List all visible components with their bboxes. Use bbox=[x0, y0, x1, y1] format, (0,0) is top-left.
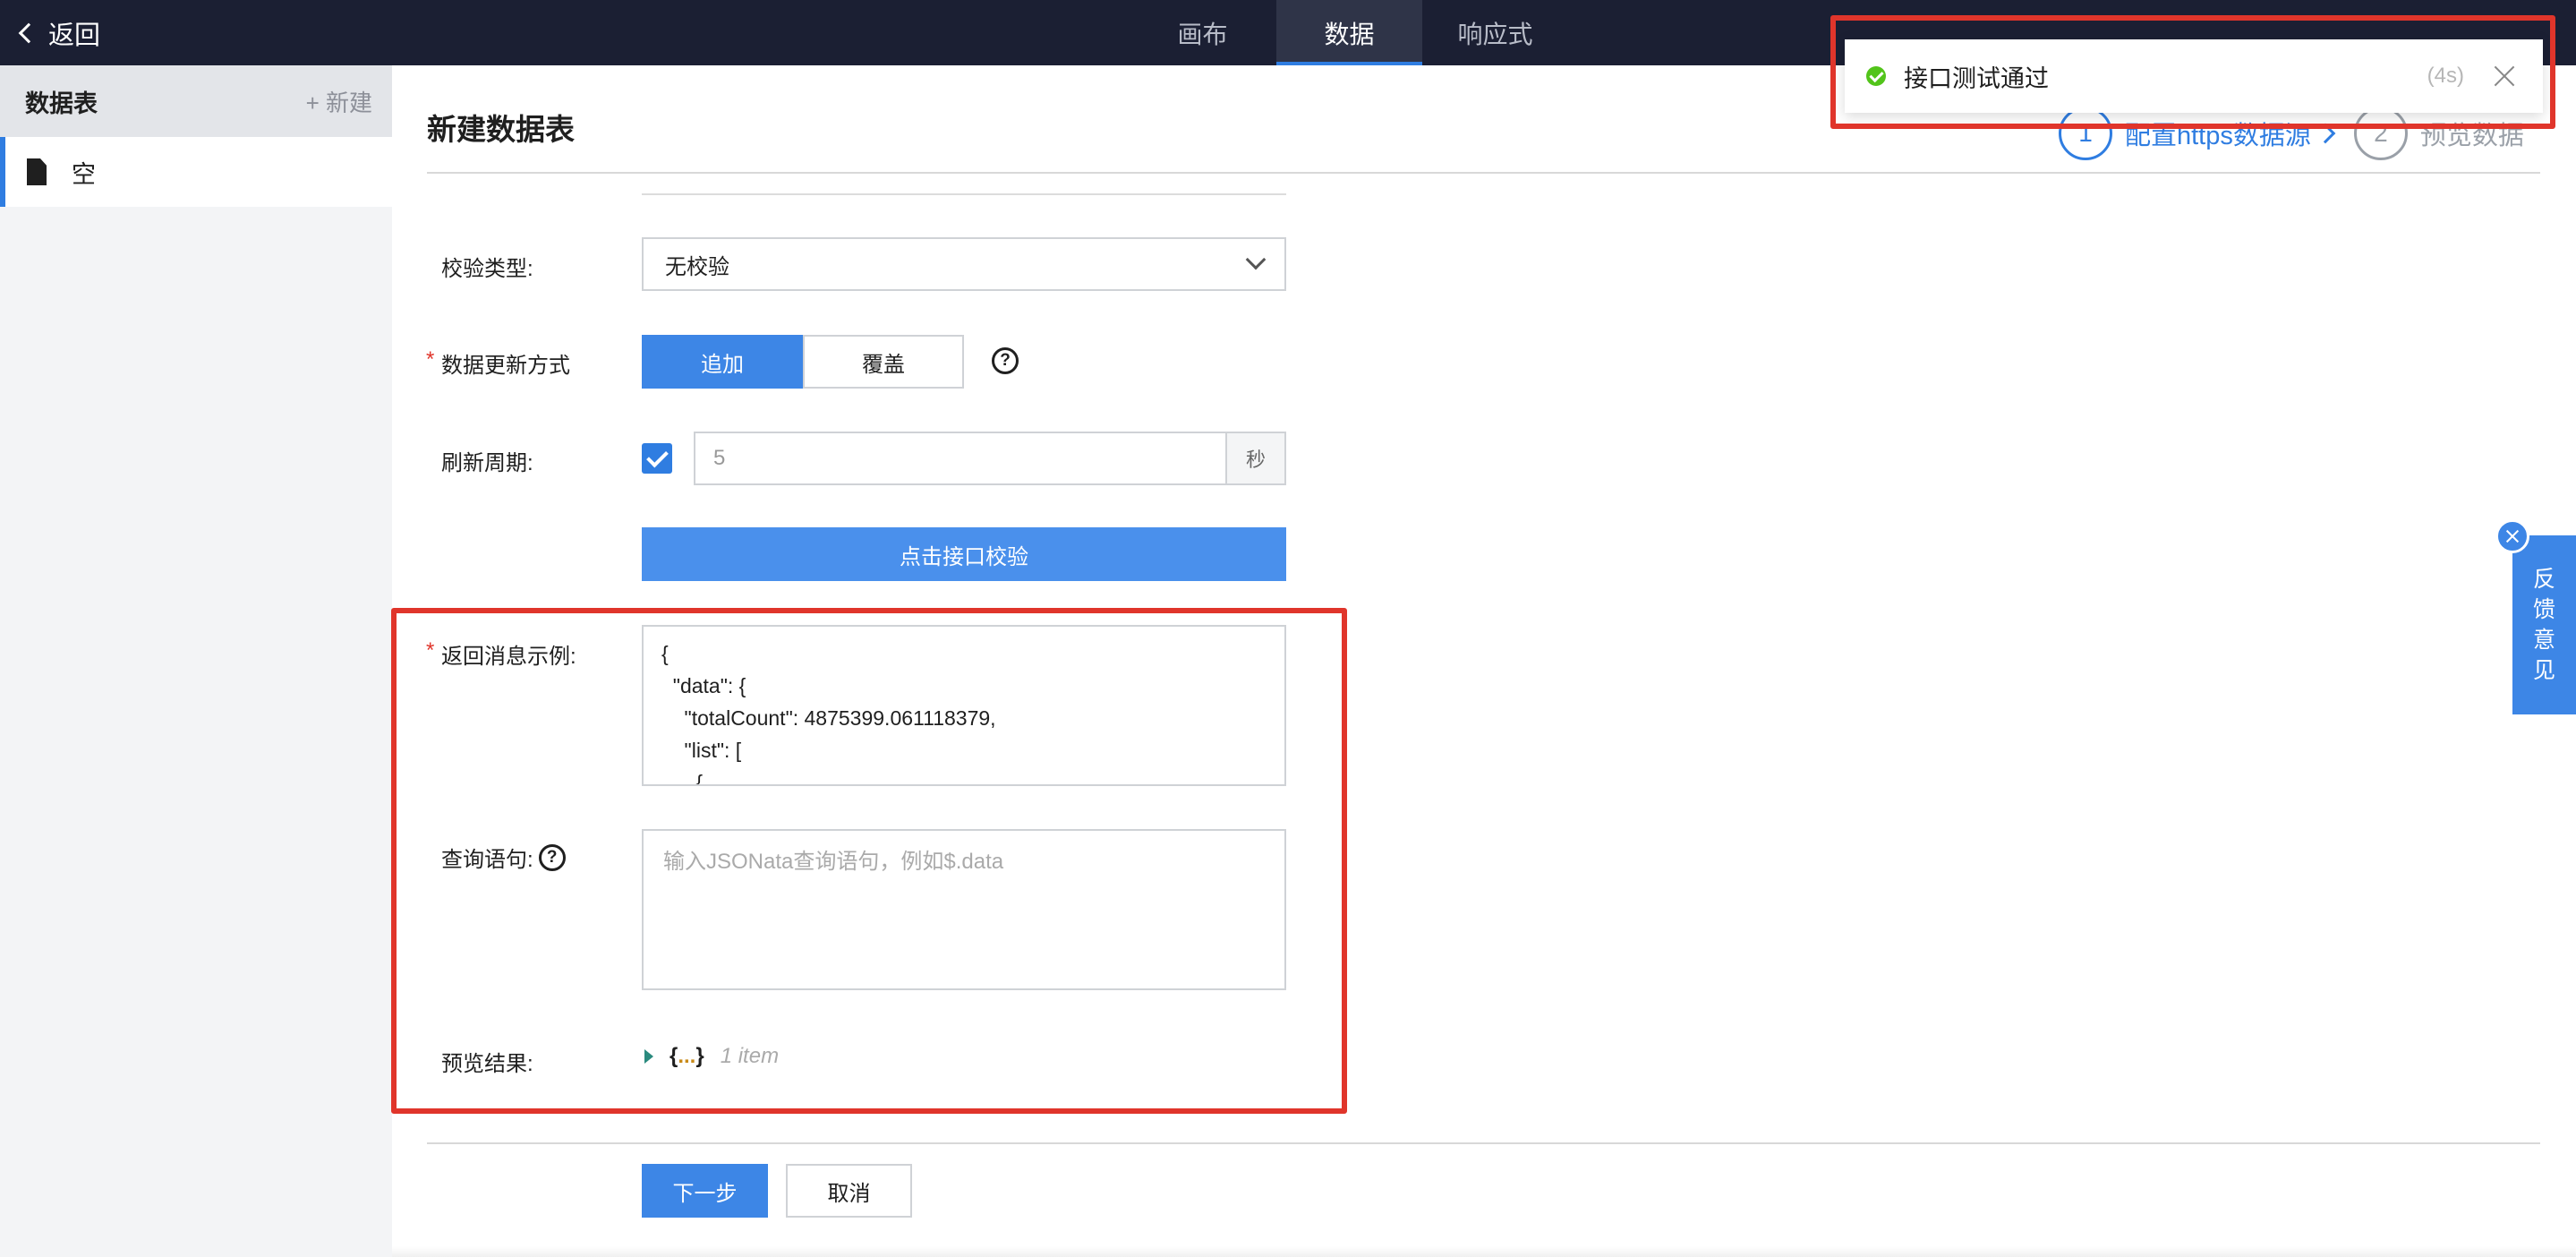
validation-type-select[interactable]: 无校验 bbox=[642, 237, 1286, 291]
bottom-shadow bbox=[392, 1246, 2576, 1257]
highlight-box-toast bbox=[1830, 15, 2555, 129]
back-label: 返回 bbox=[48, 21, 101, 50]
validation-type-label: 校验类型: bbox=[441, 257, 533, 281]
test-api-button[interactable]: 点击接口校验 bbox=[642, 527, 1286, 581]
tab-canvas[interactable]: 画布 bbox=[1130, 0, 1275, 65]
chevron-down-icon bbox=[1245, 249, 1267, 270]
highlight-box-form bbox=[391, 608, 1347, 1114]
sidebar-item-label: 空 bbox=[72, 160, 96, 188]
sidebar-title: 数据表 bbox=[25, 90, 98, 117]
update-mode-append-button[interactable]: 追加 bbox=[642, 335, 803, 389]
next-step-button[interactable]: 下一步 bbox=[642, 1164, 768, 1218]
sidebar-header: 数据表 + 新建 bbox=[0, 65, 392, 137]
chevron-left-icon bbox=[18, 22, 39, 43]
sidebar-item-empty[interactable]: 空 bbox=[0, 137, 392, 207]
validation-type-value: 无校验 bbox=[665, 254, 729, 279]
update-mode-label: 数据更新方式 bbox=[441, 354, 570, 378]
feedback-char: 反 bbox=[2532, 567, 2555, 592]
feedback-char: 馈 bbox=[2532, 597, 2555, 622]
tab-responsive[interactable]: 响应式 bbox=[1422, 0, 1568, 65]
refresh-period-input[interactable]: 5 bbox=[694, 432, 1227, 485]
new-table-button[interactable]: + 新建 bbox=[306, 85, 372, 118]
back-button[interactable]: 返回 bbox=[13, 0, 100, 65]
header-divider bbox=[427, 172, 2540, 174]
footer-divider bbox=[427, 1142, 2540, 1144]
refresh-checkbox[interactable] bbox=[642, 443, 672, 474]
update-mode-overwrite-button[interactable]: 覆盖 bbox=[803, 335, 964, 389]
refresh-period-label: 刷新周期: bbox=[441, 451, 533, 475]
refresh-unit: 秒 bbox=[1225, 432, 1286, 485]
page-title: 新建数据表 bbox=[427, 113, 575, 146]
feedback-char: 见 bbox=[2532, 658, 2555, 683]
feedback-button[interactable]: 反 馈 意 见 bbox=[2512, 535, 2576, 714]
update-mode-help[interactable]: ? bbox=[992, 347, 1019, 374]
cancel-button[interactable]: 取消 bbox=[786, 1164, 912, 1218]
required-mark: * bbox=[426, 347, 435, 372]
document-icon bbox=[27, 158, 47, 185]
feedback-close-icon[interactable] bbox=[2495, 519, 2529, 553]
question-icon: ? bbox=[992, 347, 1019, 374]
tab-data[interactable]: 数据 bbox=[1276, 0, 1422, 65]
sidebar: 数据表 + 新建 空 bbox=[0, 65, 392, 1257]
feedback-char: 意 bbox=[2532, 628, 2555, 653]
field-bottom-border bbox=[642, 193, 1286, 195]
